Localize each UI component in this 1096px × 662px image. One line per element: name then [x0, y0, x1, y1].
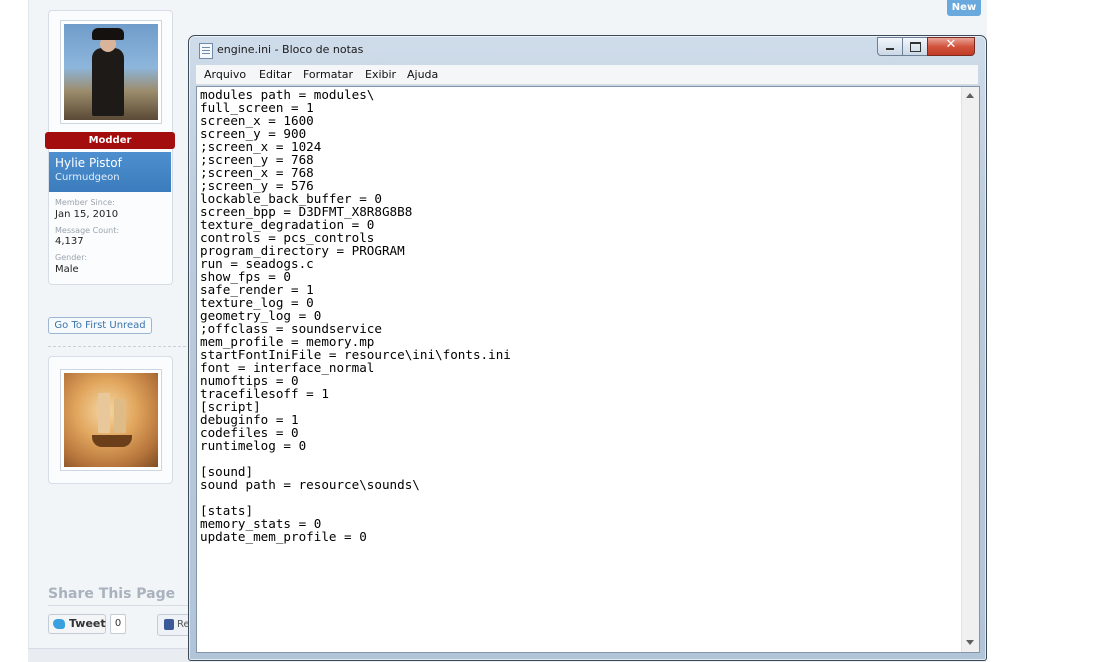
menu-formatar[interactable]: Formatar [303, 68, 353, 81]
menu-arquivo[interactable]: Arquivo [204, 68, 246, 81]
vertical-scrollbar[interactable] [961, 87, 979, 652]
avatar-image [64, 24, 158, 120]
scroll-up-icon[interactable] [966, 93, 974, 98]
ship-sail [114, 399, 126, 433]
maximize-icon [910, 42, 921, 52]
tweet-label: Tweet [69, 617, 106, 630]
close-button[interactable]: ✕ [927, 37, 975, 56]
user-name-link[interactable]: Hylie Pistof [55, 156, 122, 170]
member-since-label: Member Since: [55, 198, 115, 207]
thumbs-up-icon [164, 619, 174, 630]
close-icon: ✕ [945, 37, 957, 52]
avatar-hat [92, 28, 124, 40]
message-count-label: Message Count: [55, 226, 120, 235]
ship-sail [98, 393, 110, 433]
minimize-button[interactable] [877, 37, 903, 56]
role-badge: Modder [45, 132, 175, 149]
menu-exibir[interactable]: Exibir [365, 68, 396, 81]
member-since-value: Jan 15, 2010 [55, 209, 119, 220]
avatar-figure [92, 48, 124, 116]
avatar[interactable] [60, 20, 162, 124]
go-to-first-unread-button[interactable]: Go To First Unread [48, 317, 152, 334]
menu-ajuda[interactable]: Ajuda [407, 68, 438, 81]
share-divider [48, 605, 188, 606]
gender-label: Gender: [55, 253, 88, 262]
post-divider [48, 346, 186, 347]
twitter-bird-icon [53, 619, 65, 629]
file-content[interactable]: modules path = modules\ full_screen = 1 … [200, 88, 955, 648]
avatar-2[interactable] [60, 369, 162, 471]
menu-editar[interactable]: Editar [259, 68, 292, 81]
maximize-button[interactable] [902, 37, 928, 56]
ship-hull [92, 435, 132, 447]
minimize-icon [886, 48, 894, 50]
tweet-count: 0 [110, 614, 126, 634]
new-button[interactable]: New [947, 0, 981, 16]
page-left-margin [0, 0, 28, 661]
user-name-box: Hylie Pistof Curmudgeon [49, 152, 171, 192]
text-editor[interactable]: modules path = modules\ full_screen = 1 … [196, 86, 980, 653]
window-title: engine.ini - Bloco de notas [217, 43, 364, 56]
notepad-icon [199, 43, 213, 59]
message-count-value: 4,137 [55, 236, 84, 247]
share-this-page-heading: Share This Page [48, 586, 176, 602]
scroll-down-icon[interactable] [966, 640, 974, 645]
ship-painting-image [64, 373, 158, 467]
user-title: Curmudgeon [55, 172, 120, 183]
page-right-margin [987, 0, 1096, 661]
notepad-window[interactable]: engine.ini - Bloco de notas ✕ Arquivo Ed… [188, 35, 987, 661]
menu-bar: Arquivo Editar Formatar Exibir Ajuda [196, 65, 978, 85]
tweet-button[interactable]: Tweet [48, 614, 106, 634]
gender-value: Male [55, 264, 79, 275]
